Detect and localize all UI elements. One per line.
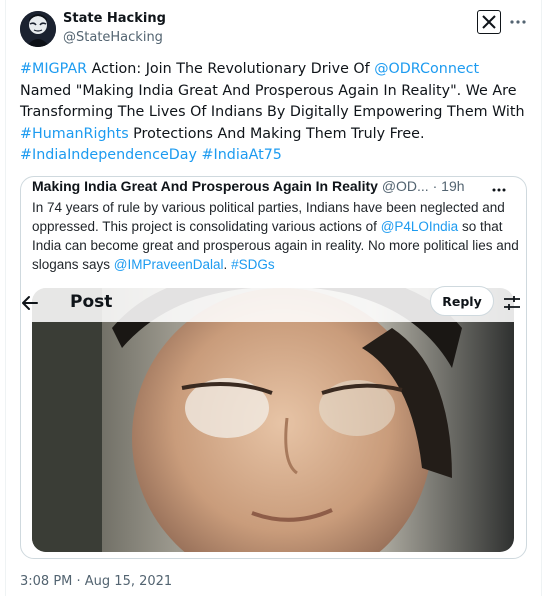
- author-name[interactable]: State Hacking: [63, 11, 166, 26]
- post-header-title: Post: [70, 292, 113, 312]
- reply-button[interactable]: Reply: [430, 286, 494, 316]
- mention-link[interactable]: @ODRConnect: [374, 61, 479, 77]
- hacker-mask-icon: [20, 11, 56, 47]
- sliders-icon[interactable]: [503, 294, 521, 312]
- quote-header: Making India Great And Prosperous Again …: [32, 178, 522, 197]
- author-handle[interactable]: @StateHacking: [63, 30, 163, 45]
- text-segment: Action: Join The Revolutionary Drive Of: [87, 61, 375, 77]
- hashtag-link[interactable]: #SDGs: [231, 257, 275, 272]
- more-dots-icon[interactable]: [508, 12, 528, 32]
- quote-title[interactable]: Making India Great And Prosperous Again …: [32, 178, 378, 194]
- text-segment: .: [223, 257, 232, 272]
- tweet-text: #MIGPAR Action: Join The Revolutionary D…: [20, 59, 532, 167]
- mention-link[interactable]: @P4LOIndia: [381, 219, 459, 234]
- hashtag-link[interactable]: #HumanRights: [20, 126, 129, 142]
- portrait-photo[interactable]: [32, 288, 514, 552]
- quote-separator: ·: [428, 178, 442, 194]
- post-overlay-bar: Post Reply: [21, 284, 526, 322]
- quoted-post[interactable]: Making India Great And Prosperous Again …: [20, 176, 527, 559]
- quote-age: 19h: [441, 178, 465, 194]
- x-logo-icon[interactable]: [477, 10, 501, 34]
- hashtag-link[interactable]: #IndiaAt75: [202, 147, 282, 163]
- text-segment: Named "Making India Great And Prosperous…: [20, 82, 525, 121]
- arrow-left-icon[interactable]: [21, 294, 39, 312]
- hashtag-link[interactable]: #MIGPAR: [20, 61, 87, 77]
- quote-handle[interactable]: @OD...: [382, 178, 429, 194]
- mention-link[interactable]: @IMPraveenDalal: [114, 257, 224, 272]
- quote-body: In 74 years of rule by various political…: [32, 198, 522, 274]
- post-timestamp[interactable]: 3:08 PM · Aug 15, 2021: [20, 574, 172, 589]
- hashtag-link[interactable]: #IndiaIndependenceDay: [20, 147, 197, 163]
- author-avatar[interactable]: [20, 11, 56, 47]
- quote-more-icon[interactable]: [491, 180, 507, 194]
- text-segment: Protections And Making Them Truly Free.: [128, 125, 425, 142]
